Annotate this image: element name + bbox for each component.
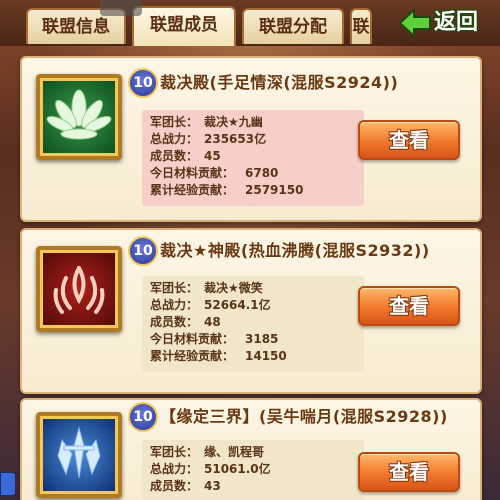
today-material-label: 今日材料贡献： [150,166,235,180]
guild-name: 裁决殿(手足情深(混服S2924)) [160,73,399,92]
lotus-icon [46,89,112,140]
members-label: 成员数： [150,479,199,493]
members-label: 成员数： [150,149,199,163]
power-label: 总战力： [150,132,199,146]
guild-stats: 军团长： 缘、凯程哥 总战力： 51061.0亿 成员数： 43 [142,440,364,500]
members-row: 成员数： 45 [150,148,364,165]
back-button[interactable]: 返回 [398,4,496,42]
level-badge: 10 [128,402,158,432]
view-button[interactable]: 查看 [358,452,460,492]
view-button[interactable]: 查看 [358,286,460,326]
leader-row: 军团长： 裁决★九幽 [150,114,364,131]
today-material-row: 今日材料贡献： 6780 [150,165,364,182]
view-button[interactable]: 查看 [358,120,460,160]
power-value: 52664.1亿 [204,298,271,312]
leader-row: 军团长： 缘、凯程哥 [150,444,364,461]
guild-card: 10 裁决★神殿(热血沸腾(混服S2932)) 军团长： 裁决★微笑 总战力： 52… [20,228,482,394]
guild-name: 裁决★神殿(热血沸腾(混服S2932)) [160,241,430,260]
guild-card: 10 【缘定三界】(吴牛喘月(混服S2928)) 军团长： 缘、凯程哥 总战力： 5… [20,398,482,500]
level-badge: 10 [128,236,158,266]
ice-emblem-icon [36,412,122,498]
tab-bar: 联盟信息 联盟成员 联盟分配 联 返回 [0,0,500,46]
side-menu-icon[interactable] [0,472,16,496]
total-exp-label: 累计经验贡献： [150,183,235,197]
leader-row: 军团长： 裁决★微笑 [150,280,364,297]
guild-card: 10 裁决殿(手足情深(混服S2924)) 军团长： 裁决★九幽 总战力： 2356… [20,56,482,222]
flame-icon [53,266,105,314]
power-row: 总战力： 52664.1亿 [150,297,364,314]
back-label: 返回 [434,10,479,35]
overlay-icon [100,0,142,16]
today-material-value: 6780 [245,166,279,180]
today-material-label: 今日材料贡献： [150,332,235,346]
leader-label: 军团长： [150,115,199,129]
back-arrow-icon [398,8,431,38]
power-row: 总战力： 51061.0亿 [150,461,364,478]
members-value: 48 [204,315,221,329]
leader-value: 裁决★九幽 [204,115,263,129]
today-material-value: 3185 [245,332,279,346]
power-value: 51061.0亿 [204,462,271,476]
tab-more[interactable]: 联 [350,8,372,44]
leader-label: 军团长： [150,445,199,459]
ice-icon [57,426,101,479]
level-badge: 10 [128,68,158,98]
members-value: 43 [204,479,221,493]
today-material-row: 今日材料贡献： 3185 [150,331,364,348]
power-row: 总战力： 235653亿 [150,131,364,148]
tab-guild-allocation[interactable]: 联盟分配 [242,8,344,44]
members-row: 成员数： 43 [150,478,364,495]
guild-name: 【缘定三界】(吴牛喘月(混服S2928)) [160,407,448,426]
leader-value: 裁决★微笑 [204,281,263,295]
flame-emblem-icon [36,246,122,332]
leader-label: 军团长： [150,281,199,295]
guild-stats: 军团长： 裁决★九幽 总战力： 235653亿 成员数： 45 今日材料贡献： 6780… [142,110,364,206]
leader-value: 缘、凯程哥 [204,445,265,459]
power-value: 235653亿 [204,132,267,146]
total-exp-label: 累计经验贡献： [150,349,235,363]
total-exp-row: 累计经验贡献： 2579150 [150,182,364,199]
power-label: 总战力： [150,462,199,476]
lotus-emblem-icon [36,74,122,160]
tab-guild-members[interactable]: 联盟成员 [132,6,236,46]
total-exp-value: 2579150 [245,183,304,197]
power-label: 总战力： [150,298,199,312]
total-exp-row: 累计经验贡献： 14150 [150,348,364,365]
members-value: 45 [204,149,221,163]
members-label: 成员数： [150,315,199,329]
members-row: 成员数： 48 [150,314,364,331]
guild-stats: 军团长： 裁决★微笑 总战力： 52664.1亿 成员数： 48 今日材料贡献： 318… [142,276,364,372]
total-exp-value: 14150 [245,349,287,363]
